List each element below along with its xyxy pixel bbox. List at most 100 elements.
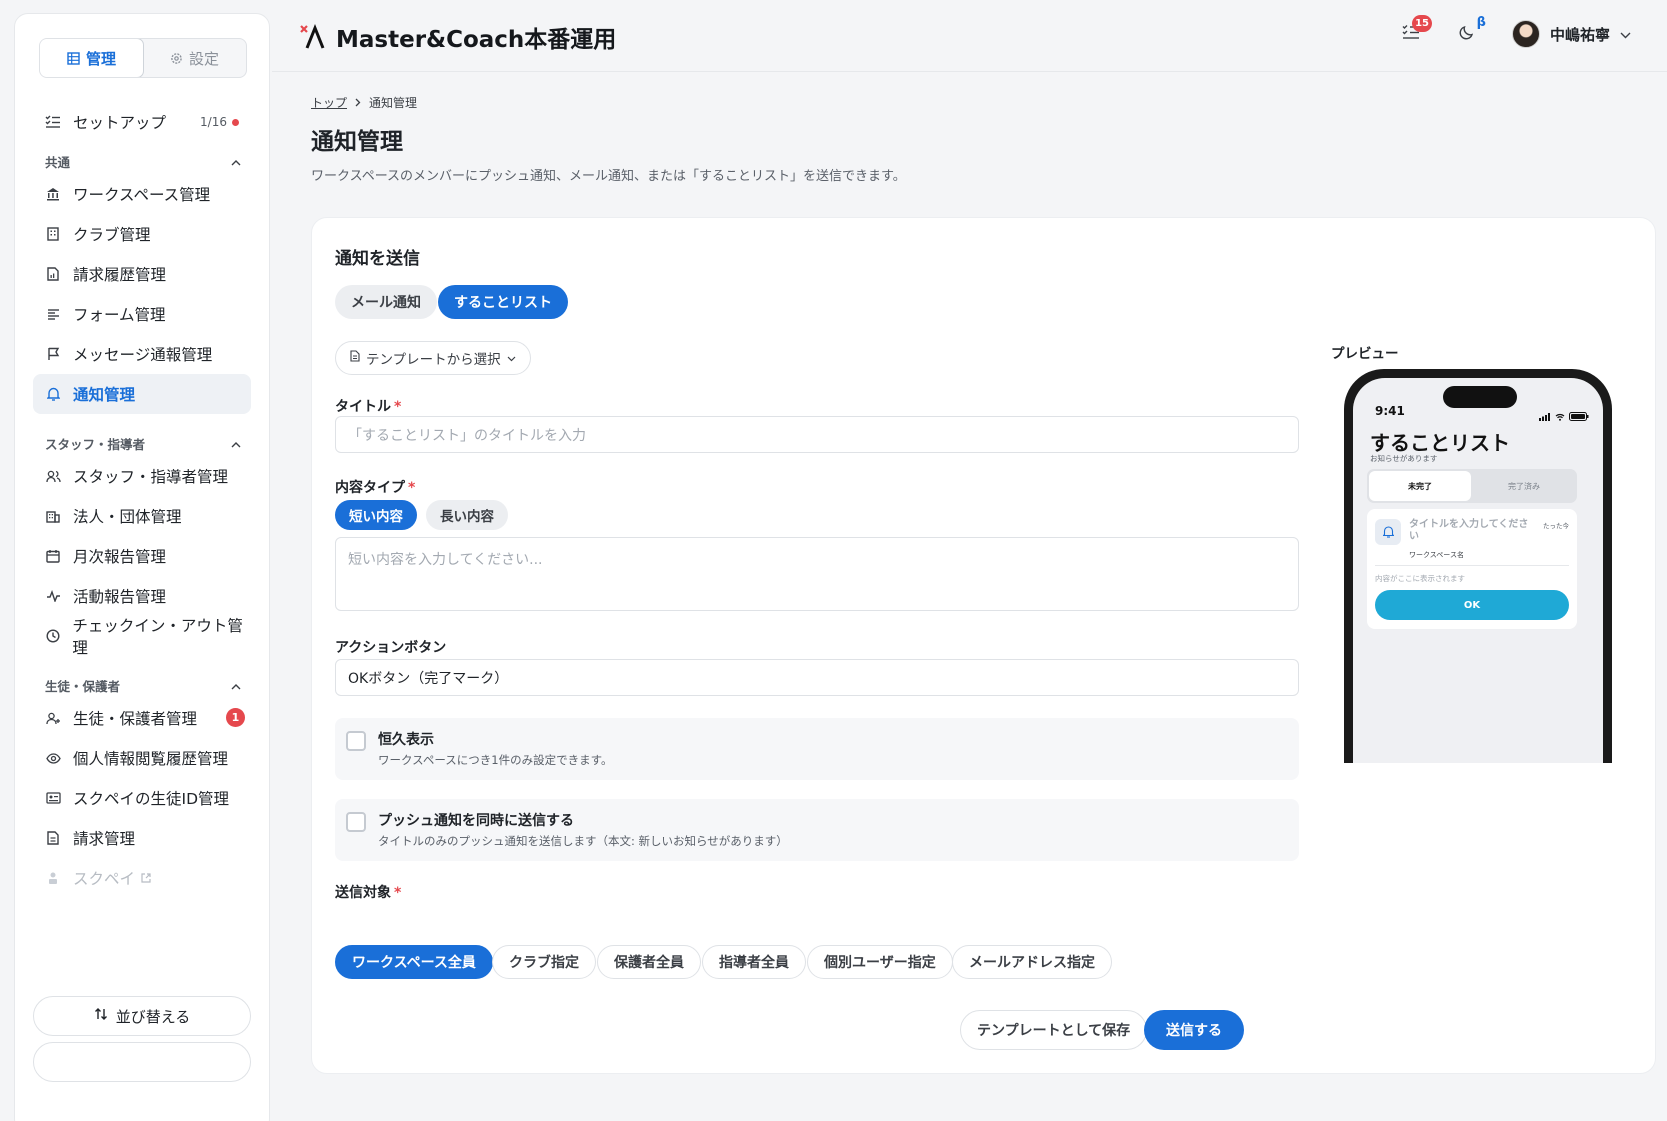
phone-ok-button: OK [1375,590,1569,620]
sidebar-item-label: チェックイン・アウト管理 [72,617,243,657]
sidebar-item-club[interactable]: クラブ管理 [33,214,251,254]
sidebar-item-label: クラブ管理 [73,226,151,244]
phone-status-icons [1539,406,1589,425]
content-textarea[interactable]: 短い内容を入力してください... [335,537,1299,611]
content-type-long[interactable]: 長い内容 [426,500,508,530]
user-menu[interactable]: 中嶋祐寧 [1511,20,1631,48]
document-icon [350,350,360,366]
sidebar-item-checkin[interactable]: チェックイン・アウト管理 [33,616,251,657]
sidebar-item-label: スタッフ・指導者管理 [73,468,229,486]
sidebar-item-label: 月次報告管理 [73,548,167,566]
section-staff-header[interactable]: スタッフ・指導者 [33,430,251,456]
target-club[interactable]: クラブ指定 [492,945,596,979]
content-type-label: 内容タイプ * [335,477,415,497]
sidebar-item-message-report[interactable]: メッセージ通報管理 [33,334,251,374]
checklist-icon [45,114,61,130]
sidebar-item-skupay-id[interactable]: スクペイの生徒ID管理 [33,778,251,818]
bell-icon [1375,519,1401,545]
permanent-display-title: 恒久表示 [378,732,434,748]
sidebar-item-form[interactable]: フォーム管理 [33,294,251,334]
tab-manage[interactable]: 管理 [40,39,144,77]
phone-todo-card: タイトルを入力してください たった今 ワークスペース名 内容がここに表示されます… [1367,509,1577,629]
breadcrumb-current: 通知管理 [369,96,418,110]
target-all-workspace[interactable]: ワークスペース全員 [335,945,493,979]
sidebar-item-setup[interactable]: セットアップ 1/16 [33,102,251,142]
save-template-button[interactable]: テンプレートとして保存 [960,1010,1148,1050]
section-students-header[interactable]: 生徒・保護者 [33,672,251,698]
grid-icon [67,51,80,65]
gear-icon [171,52,182,64]
sidebar-item-activity-report[interactable]: 活動報告管理 [33,576,251,616]
tasks-badge: 15 [1412,15,1432,32]
app-title: Master&Coach本番運用 [336,27,617,53]
bell-icon [45,386,61,402]
target-all-coaches[interactable]: 指導者全員 [702,945,806,979]
sidebar-item-label: スクペイ [73,870,136,888]
sidebar-item-corporation[interactable]: 法人・団体管理 [33,496,251,536]
users-icon [45,468,61,484]
sidebar-bottom-button[interactable] [33,1042,251,1082]
sidebar-item-students[interactable]: 生徒・保護者管理 1 [33,698,251,738]
eye-icon [45,750,61,766]
chevron-down-icon [1620,25,1631,43]
sidebar-nav: セットアップ 1/16 共通 ワークスペース管理 クラブ管理 請求履歴管理 フォ… [33,102,251,898]
page-description: ワークスペースのメンバーにプッシュ通知、メール通知、または「することリスト」を送… [311,169,906,184]
breadcrumb-home[interactable]: トップ [311,94,347,111]
sidebar-item-billing-history[interactable]: 請求履歴管理 [33,254,251,294]
required-mark: * [394,885,402,901]
sidebar-item-label: セットアップ [73,114,167,132]
sidebar-item-privacy-log[interactable]: 個人情報閲覧履歴管理 [33,738,251,778]
action-button-label: アクションボタン [335,640,447,656]
sidebar-item-monthly-report[interactable]: 月次報告管理 [33,536,251,576]
external-link-icon [141,869,151,887]
section-common-header[interactable]: 共通 [33,148,251,174]
permanent-display-help: ワークスペースにつき1件のみ設定できます。 [378,753,613,767]
action-button-select[interactable]: OKボタン（完了マーク） [335,659,1299,696]
tab-settings-label: 設定 [188,49,219,68]
tab-manage-label: 管理 [85,49,116,68]
tab-todo-list[interactable]: することリスト [438,285,568,319]
push-notification-checkbox[interactable] [346,812,366,832]
notification-form-card: 通知を送信 メール通知 することリスト テンプレートから選択 タイトル * 「する… [311,217,1656,1074]
top-header: Master&Coach本番運用 15 β 中嶋祐寧 [272,0,1667,72]
phone-item-time: たった今 [1543,522,1569,530]
mode-switch: 管理 設定 [39,38,247,78]
title-label: タイトル * [335,396,401,416]
target-label-text: 送信対象 [335,885,391,901]
tasks-button[interactable]: 15 [1398,15,1432,47]
sidebar-item-notification[interactable]: 通知管理 [33,374,251,414]
sidebar-item-staff[interactable]: スタッフ・指導者管理 [33,456,251,496]
template-select-button[interactable]: テンプレートから選択 [335,341,531,375]
flag-icon [45,346,61,362]
preview-label: プレビュー [1331,346,1399,362]
permanent-display-checkbox[interactable] [346,731,366,751]
phone-screen: 9:41 することリスト お知らせがあります 未完了 完了済み タイトルを入力し… [1353,378,1603,763]
card-title: 通知を送信 [335,249,420,269]
title-input[interactable]: 「することリスト」のタイトルを入力 [335,416,1299,453]
send-button[interactable]: 送信する [1144,1010,1244,1050]
phone-item-body: 内容がここに表示されます [1375,574,1465,583]
sidebar-item-label: フォーム管理 [73,306,166,324]
target-email-addresses[interactable]: メールアドレス指定 [952,945,1112,979]
building-icon [45,226,61,242]
theme-toggle[interactable]: β [1454,15,1486,47]
breadcrumb: トップ 通知管理 [311,94,417,111]
chevron-up-icon [231,678,241,693]
target-individual-users[interactable]: 個別ユーザー指定 [807,945,953,979]
tab-email[interactable]: メール通知 [335,285,437,319]
phone-item-title: タイトルを入力してください [1409,519,1529,542]
content-type-short[interactable]: 短い内容 [335,500,417,530]
tab-settings[interactable]: 設定 [143,39,246,77]
target-all-guardians[interactable]: 保護者全員 [597,945,701,979]
app-logo[interactable]: Master&Coach本番運用 [298,20,616,54]
activity-icon [45,588,61,604]
page-title: 通知管理 [311,129,403,155]
sidebar-item-billing[interactable]: 請求管理 [33,818,251,858]
sort-button[interactable]: 並び替える [33,996,251,1036]
sidebar-item-skupay[interactable]: スクペイ [33,858,251,898]
avatar [1511,20,1540,48]
push-notification-help: タイトルのみのプッシュ通知を送信します（本文: 新しいお知らせがあります） [378,834,788,848]
phone-segment: 未完了 完了済み [1367,469,1577,503]
sidebar-item-workspace[interactable]: ワークスペース管理 [33,174,251,214]
user-name: 中嶋祐寧 [1549,25,1610,44]
